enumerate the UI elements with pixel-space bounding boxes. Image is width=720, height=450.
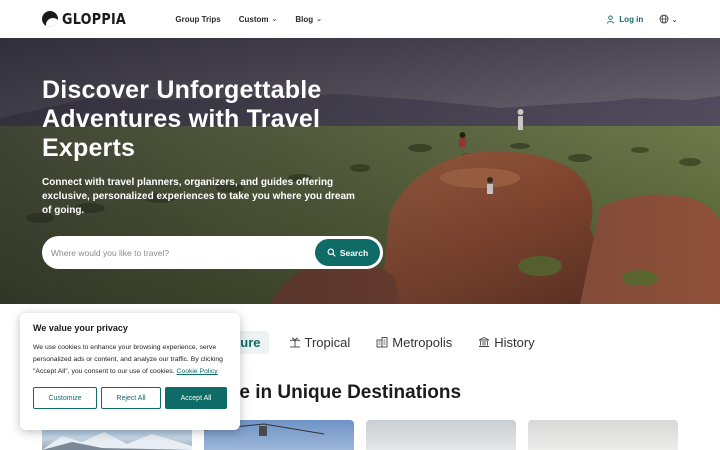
nav-right: Log in ⌄ — [606, 14, 678, 24]
user-icon — [607, 14, 615, 24]
hero: Discover Unforgettable Adventures with T… — [0, 38, 720, 304]
nav-group-trips-label: Group Trips — [175, 14, 221, 24]
cookie-body: We use cookies to enhance your browsing … — [33, 342, 227, 378]
login-button[interactable]: Log in — [606, 15, 643, 24]
destination-card[interactable] — [366, 420, 516, 450]
cookie-policy-link[interactable]: Cookie Policy — [177, 368, 218, 375]
cookie-title: We value your privacy — [33, 323, 128, 333]
hero-title: Discover Unforgettable Adventures with T… — [42, 76, 322, 162]
customize-button[interactable]: Customize — [33, 387, 97, 409]
cookie-buttons: Customize Reject All Accept All — [33, 387, 227, 409]
nav-blog-label: Blog — [295, 14, 314, 24]
tab-tropical[interactable]: Tropical — [283, 331, 357, 354]
login-label: Log in — [619, 14, 644, 24]
hero-text: Discover Unforgettable Adventures with T… — [42, 76, 362, 218]
chevron-down-icon: ⌄ — [271, 16, 278, 23]
nav-blog[interactable]: Blog ⌄ — [295, 15, 322, 24]
nav-custom[interactable]: Custom ⌄ — [239, 15, 278, 24]
brand-name: GLOPPIA — [62, 10, 127, 28]
hero-subtitle: Connect with travel planners, organizers… — [42, 177, 355, 216]
buildings-icon — [376, 337, 388, 348]
landmark-icon — [479, 336, 490, 347]
accept-all-button[interactable]: Accept All — [165, 387, 227, 409]
destination-card[interactable] — [528, 420, 678, 450]
tab-history-label: History — [494, 334, 535, 350]
search-input[interactable] — [51, 247, 315, 258]
chevron-down-icon: ⌄ — [671, 14, 678, 24]
nav-group-trips[interactable]: Group Trips — [175, 15, 220, 24]
language-selector[interactable]: ⌄ — [659, 14, 678, 24]
tab-metropolis-label: Metropolis — [392, 334, 453, 350]
brand-logo[interactable]: GLOPPIA — [42, 10, 137, 28]
reject-all-button[interactable]: Reject All — [101, 387, 161, 409]
search-button-label: Search — [339, 247, 369, 258]
island-icon — [289, 337, 300, 348]
logo-icon — [42, 11, 58, 27]
search-icon — [327, 248, 336, 257]
globe-icon — [659, 14, 669, 24]
nav-custom-label: Custom — [238, 14, 269, 24]
tab-metropolis[interactable]: Metropolis — [370, 331, 458, 354]
search-button[interactable]: Search — [315, 239, 380, 266]
tab-tropical-label: Tropical — [304, 334, 351, 350]
category-tabs: nture Tropical Metropolis History — [214, 328, 541, 356]
tab-history[interactable]: History — [472, 331, 540, 354]
section-title: re in Unique Destinations — [232, 382, 462, 403]
search-bar: Search — [42, 236, 383, 269]
top-nav: GLOPPIA Group Trips Custom ⌄ Blog ⌄ Log … — [0, 0, 720, 38]
chevron-down-icon: ⌄ — [316, 16, 323, 23]
cookie-consent-dialog: We value your privacy We use cookies to … — [20, 313, 240, 430]
